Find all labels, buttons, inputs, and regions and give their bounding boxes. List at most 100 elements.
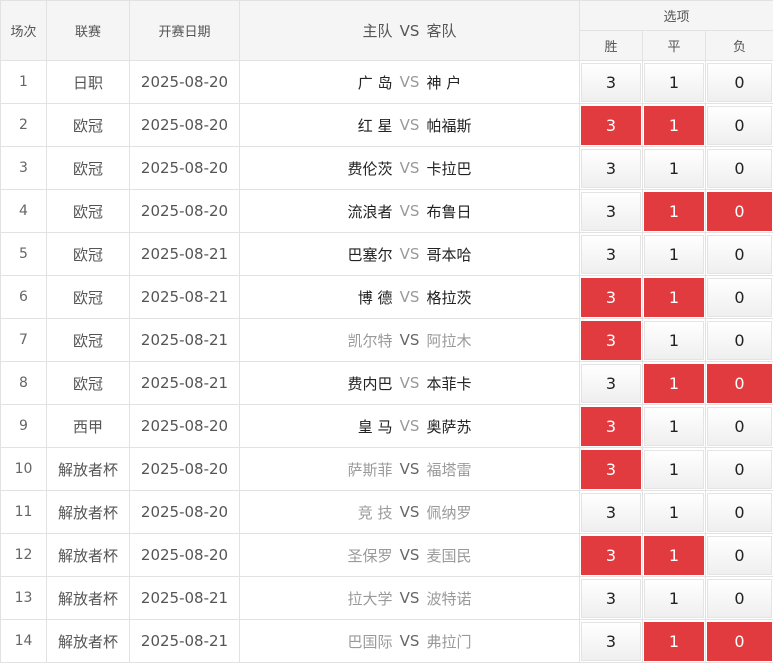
lose-option-button[interactable]: 0 bbox=[707, 493, 772, 532]
match-teams: 皇 马VS奥萨苏 bbox=[240, 405, 580, 448]
away-team: 奥萨苏 bbox=[427, 416, 580, 437]
match-row: 7欧冠2025-08-21凯尔特VS阿拉木310 bbox=[1, 319, 773, 362]
header-options: 选项 bbox=[580, 1, 773, 31]
match-date: 2025-08-21 bbox=[130, 620, 240, 663]
lose-option-button[interactable]: 0 bbox=[707, 192, 772, 231]
draw-option-button[interactable]: 1 bbox=[644, 278, 704, 317]
draw-option-button[interactable]: 1 bbox=[644, 235, 704, 274]
round-number: 7 bbox=[1, 319, 47, 362]
win-option-button[interactable]: 3 bbox=[581, 63, 641, 102]
match-row: 13解放者杯2025-08-21拉大学VS波特诺310 bbox=[1, 577, 773, 620]
draw-option-button[interactable]: 1 bbox=[644, 536, 704, 575]
match-teams: 广 岛VS神 户 bbox=[240, 61, 580, 104]
league-name: 欧冠 bbox=[47, 104, 130, 147]
league-name: 欧冠 bbox=[47, 276, 130, 319]
win-option-button[interactable]: 3 bbox=[581, 364, 641, 403]
lose-option-cell: 0 bbox=[706, 276, 773, 319]
match-teams: 巴国际VS弗拉门 bbox=[240, 620, 580, 663]
lose-option-button[interactable]: 0 bbox=[707, 407, 772, 446]
away-team: 麦国民 bbox=[427, 545, 580, 566]
vs-label: VS bbox=[393, 245, 427, 263]
match-date: 2025-08-21 bbox=[130, 276, 240, 319]
draw-option-cell: 1 bbox=[643, 147, 706, 190]
match-date: 2025-08-20 bbox=[130, 448, 240, 491]
lose-option-button[interactable]: 0 bbox=[707, 63, 772, 102]
win-option-button[interactable]: 3 bbox=[581, 450, 641, 489]
draw-option-cell: 1 bbox=[643, 362, 706, 405]
lose-option-cell: 0 bbox=[706, 104, 773, 147]
vs-label: VS bbox=[393, 159, 427, 177]
league-name: 解放者杯 bbox=[47, 620, 130, 663]
match-teams: 圣保罗VS麦国民 bbox=[240, 534, 580, 577]
away-team: 卡拉巴 bbox=[427, 158, 580, 179]
draw-option-cell: 1 bbox=[643, 190, 706, 233]
match-date: 2025-08-20 bbox=[130, 104, 240, 147]
draw-option-button[interactable]: 1 bbox=[644, 364, 704, 403]
header-round: 场次 bbox=[1, 1, 47, 61]
away-team: 福塔雷 bbox=[427, 459, 580, 480]
win-option-button[interactable]: 3 bbox=[581, 536, 641, 575]
draw-option-button[interactable]: 1 bbox=[644, 407, 704, 446]
away-team: 哥本哈 bbox=[427, 244, 580, 265]
round-number: 12 bbox=[1, 534, 47, 577]
win-option-button[interactable]: 3 bbox=[581, 622, 641, 661]
draw-option-button[interactable]: 1 bbox=[644, 63, 704, 102]
lose-option-button[interactable]: 0 bbox=[707, 536, 772, 575]
match-row: 11解放者杯2025-08-20竞 技VS佩纳罗310 bbox=[1, 491, 773, 534]
match-row: 4欧冠2025-08-20流浪者VS布鲁日310 bbox=[1, 190, 773, 233]
win-option-button[interactable]: 3 bbox=[581, 235, 641, 274]
draw-option-button[interactable]: 1 bbox=[644, 622, 704, 661]
away-team: 本菲卡 bbox=[427, 373, 580, 394]
home-team: 萨斯菲 bbox=[240, 459, 393, 480]
lose-option-button[interactable]: 0 bbox=[707, 106, 772, 145]
match-teams: 费内巴VS本菲卡 bbox=[240, 362, 580, 405]
away-team: 弗拉门 bbox=[427, 631, 580, 652]
round-number: 8 bbox=[1, 362, 47, 405]
away-team: 帕福斯 bbox=[427, 115, 580, 136]
draw-option-button[interactable]: 1 bbox=[644, 321, 704, 360]
home-team: 拉大学 bbox=[240, 588, 393, 609]
lose-option-cell: 0 bbox=[706, 147, 773, 190]
draw-option-button[interactable]: 1 bbox=[644, 579, 704, 618]
match-row: 2欧冠2025-08-20红 星VS帕福斯310 bbox=[1, 104, 773, 147]
draw-option-button[interactable]: 1 bbox=[644, 149, 704, 188]
lose-option-button[interactable]: 0 bbox=[707, 364, 772, 403]
away-team: 佩纳罗 bbox=[427, 502, 580, 523]
draw-option-button[interactable]: 1 bbox=[644, 106, 704, 145]
league-name: 欧冠 bbox=[47, 362, 130, 405]
match-date: 2025-08-20 bbox=[130, 405, 240, 448]
home-team: 巴塞尔 bbox=[240, 244, 393, 265]
lose-option-button[interactable]: 0 bbox=[707, 235, 772, 274]
header-league: 联赛 bbox=[47, 1, 130, 61]
lose-option-button[interactable]: 0 bbox=[707, 622, 772, 661]
win-option-button[interactable]: 3 bbox=[581, 192, 641, 231]
win-option-button[interactable]: 3 bbox=[581, 149, 641, 188]
league-name: 日职 bbox=[47, 61, 130, 104]
win-option-button[interactable]: 3 bbox=[581, 278, 641, 317]
win-option-button[interactable]: 3 bbox=[581, 321, 641, 360]
match-table: 场次 联赛 开赛日期 主队 VS 客队 选项 胜 平 负 1日职2025-08-… bbox=[0, 0, 773, 663]
win-option-button[interactable]: 3 bbox=[581, 407, 641, 446]
lose-option-button[interactable]: 0 bbox=[707, 450, 772, 489]
match-date: 2025-08-21 bbox=[130, 577, 240, 620]
round-number: 6 bbox=[1, 276, 47, 319]
win-option-button[interactable]: 3 bbox=[581, 493, 641, 532]
lose-option-button[interactable]: 0 bbox=[707, 321, 772, 360]
draw-option-button[interactable]: 1 bbox=[644, 450, 704, 489]
draw-option-button[interactable]: 1 bbox=[644, 192, 704, 231]
draw-option-button[interactable]: 1 bbox=[644, 493, 704, 532]
lose-option-button[interactable]: 0 bbox=[707, 579, 772, 618]
match-teams: 红 星VS帕福斯 bbox=[240, 104, 580, 147]
lose-option-cell: 0 bbox=[706, 534, 773, 577]
round-number: 13 bbox=[1, 577, 47, 620]
lose-option-button[interactable]: 0 bbox=[707, 278, 772, 317]
lose-option-button[interactable]: 0 bbox=[707, 149, 772, 188]
win-option-button[interactable]: 3 bbox=[581, 106, 641, 145]
vs-label: VS bbox=[393, 331, 427, 349]
match-teams: 竞 技VS佩纳罗 bbox=[240, 491, 580, 534]
draw-option-cell: 1 bbox=[643, 534, 706, 577]
league-name: 解放者杯 bbox=[47, 448, 130, 491]
home-team: 广 岛 bbox=[240, 72, 393, 93]
match-row: 12解放者杯2025-08-20圣保罗VS麦国民310 bbox=[1, 534, 773, 577]
win-option-button[interactable]: 3 bbox=[581, 579, 641, 618]
